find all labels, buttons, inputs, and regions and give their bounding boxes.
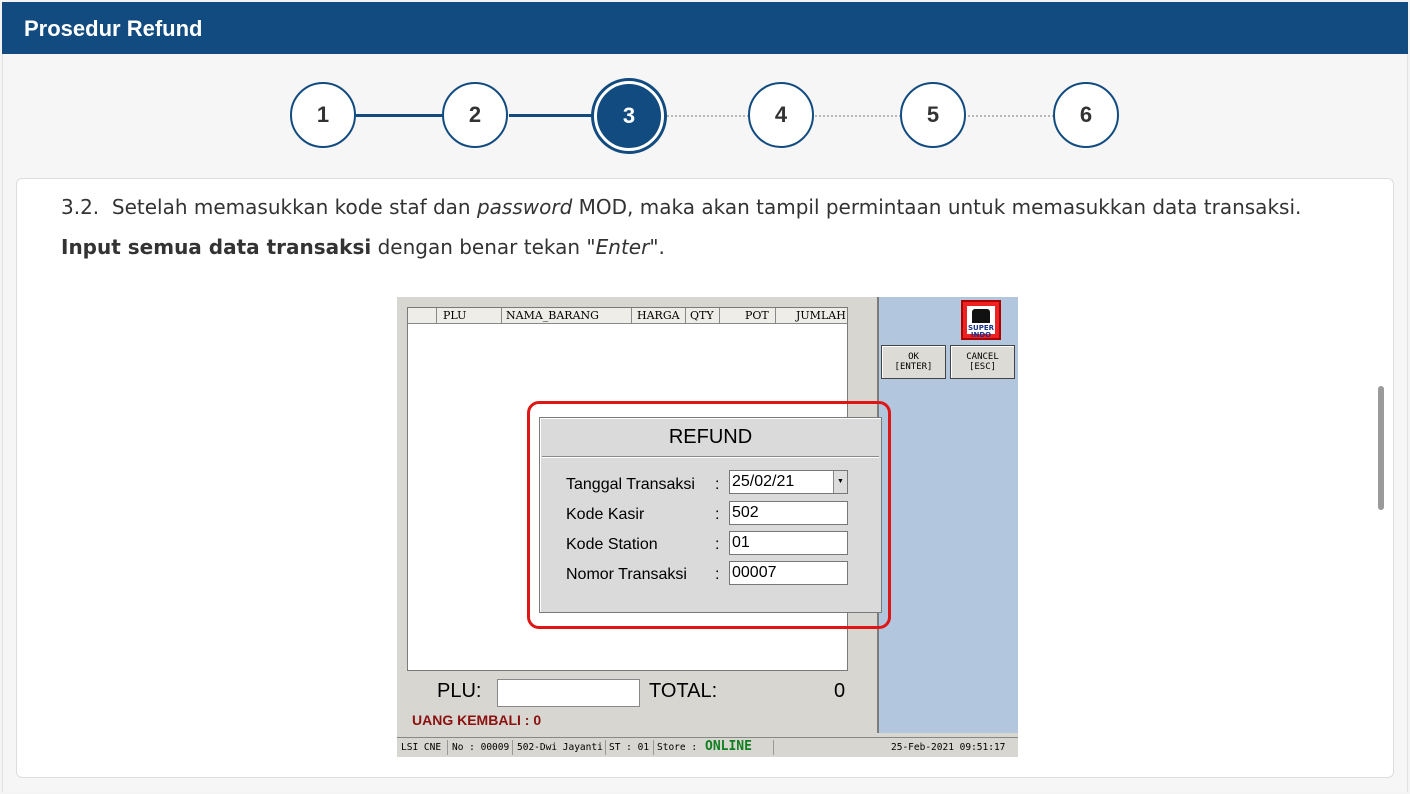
step-connector-5-6 xyxy=(968,115,1054,117)
grid-col-separator xyxy=(775,308,776,323)
step-connector-2-3 xyxy=(509,114,597,117)
logo-text: SUPER INDO xyxy=(967,324,995,339)
status-separator xyxy=(512,740,513,755)
status-station: ST : 01 xyxy=(609,742,650,753)
status-no: No : 00009 xyxy=(452,742,510,753)
grid-col-separator xyxy=(501,308,502,323)
step-content-card: 3.2. Setelah memasukkan kode staf dan pa… xyxy=(16,178,1394,778)
grid-col-separator xyxy=(631,308,632,323)
instruction-bold: Input semua data transaksi xyxy=(61,235,372,259)
instruction-text: 3.2. Setelah memasukkan kode staf dan pa… xyxy=(61,187,1341,267)
col-jumlah: JUMLAH xyxy=(796,309,846,322)
status-bar: LSI CNE No : 00009 502-Dwi Jayanti ST : … xyxy=(397,737,1018,757)
status-online: ONLINE xyxy=(705,739,752,754)
step-connector-3-4 xyxy=(663,115,749,117)
status-separator xyxy=(605,740,606,755)
grid-header: PLU NAMA_BARANG HARGA QTY POT JUMLAH xyxy=(408,308,847,324)
lion-icon xyxy=(972,309,990,323)
superindo-logo: SUPER INDO xyxy=(961,300,1001,340)
col-plu: PLU xyxy=(443,309,467,322)
step-3-active[interactable]: 3 xyxy=(594,81,664,151)
total-label: TOTAL: xyxy=(649,680,718,702)
highlight-box xyxy=(527,401,891,629)
page-scrollbar[interactable] xyxy=(1378,386,1384,510)
step-5[interactable]: 5 xyxy=(900,82,966,148)
instruction-part: Setelah memasukkan kode staf dan xyxy=(111,195,477,219)
cancel-shortcut: [ESC] xyxy=(968,362,997,372)
ok-label: OK xyxy=(908,352,919,362)
step-connector-4-5 xyxy=(815,115,901,117)
instruction-part: MOD, maka akan tampil permintaan untuk m… xyxy=(572,195,1302,219)
col-nama-barang: NAMA_BARANG xyxy=(506,309,599,322)
status-app: LSI CNE xyxy=(401,742,442,753)
cancel-label: CANCEL xyxy=(966,352,999,362)
instruction-number: 3.2. xyxy=(61,195,100,219)
logo-inner: SUPER INDO xyxy=(967,306,995,339)
plu-input[interactable] xyxy=(497,679,640,707)
step-connector-1-2 xyxy=(356,114,444,117)
status-datetime: 25-Feb-2021 09:51:17 xyxy=(891,742,1006,753)
stepper: 1 2 3 4 5 6 xyxy=(0,0,1410,180)
status-store: Store : xyxy=(657,742,698,753)
change-amount: UANG KEMBALI : 0 xyxy=(412,712,542,728)
cancel-esc-button[interactable]: CANCEL [ESC] xyxy=(950,345,1015,379)
ok-shortcut: [ENTER] xyxy=(894,362,933,372)
status-separator xyxy=(447,740,448,755)
instruction-part: dengan benar tekan " xyxy=(371,235,596,259)
instruction-italic: password xyxy=(476,195,573,219)
plu-label: PLU: xyxy=(437,680,482,702)
step-6[interactable]: 6 xyxy=(1053,82,1119,148)
grid-col-separator xyxy=(685,308,686,323)
step-2[interactable]: 2 xyxy=(442,82,508,148)
instruction-italic: Enter xyxy=(595,235,650,259)
col-qty: QTY xyxy=(690,309,714,322)
step-1[interactable]: 1 xyxy=(290,82,356,148)
ok-enter-button[interactable]: OK [ENTER] xyxy=(881,345,946,379)
status-cashier: 502-Dwi Jayanti xyxy=(517,742,603,753)
pos-side-panel: SUPER INDO OK [ENTER] CANCEL [ESC] xyxy=(877,297,1018,733)
instruction-part: ". xyxy=(649,235,665,259)
pos-screenshot: PLU NAMA_BARANG HARGA QTY POT JUMLAH SUP… xyxy=(397,297,1018,757)
col-pot: POT xyxy=(745,309,769,322)
status-separator xyxy=(653,740,654,755)
step-4[interactable]: 4 xyxy=(748,82,814,148)
grid-col-separator xyxy=(436,308,437,323)
total-value: 0 xyxy=(834,680,846,702)
status-separator xyxy=(773,740,774,755)
grid-col-separator xyxy=(719,308,720,323)
col-harga: HARGA xyxy=(637,309,680,322)
